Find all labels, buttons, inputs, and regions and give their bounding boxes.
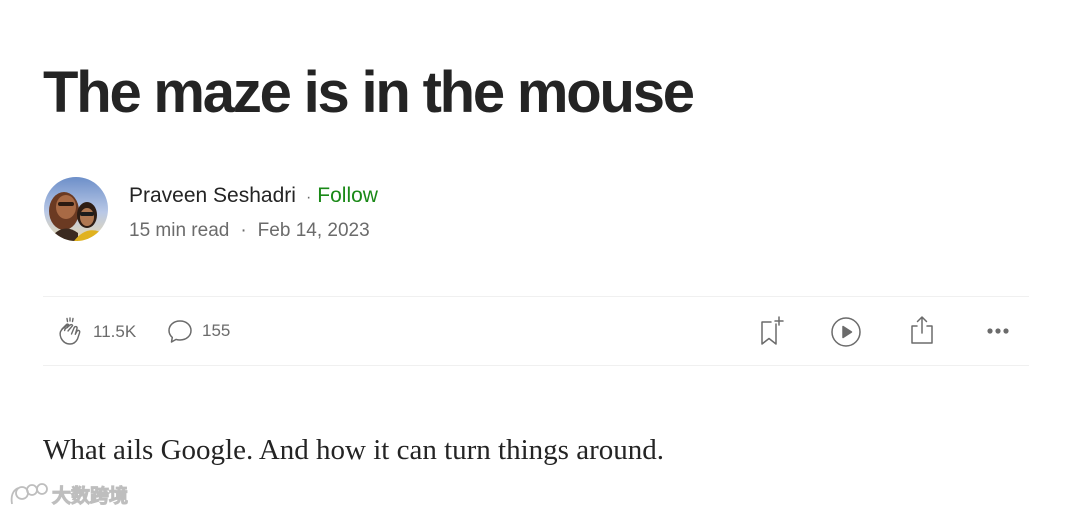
clap-icon <box>55 317 85 347</box>
watermark-text: 大数跨境 <box>51 484 129 507</box>
share-button[interactable] <box>907 314 937 346</box>
article-meta: 15 min read · Feb 14, 2023 <box>129 217 370 245</box>
author-name[interactable]: Praveen Seshadri <box>129 184 296 207</box>
meta-separator: · <box>240 220 247 241</box>
article-subtitle: What ails Google. And how it can turn th… <box>43 434 664 466</box>
save-button[interactable] <box>757 315 787 347</box>
more-icon <box>985 321 1011 341</box>
follow-button[interactable]: Follow <box>317 184 378 207</box>
responses-button[interactable]: 155 <box>166 317 230 345</box>
author-row: Praveen Seshadri · Follow <box>129 181 378 213</box>
more-button[interactable] <box>985 321 1011 341</box>
clap-count: 11.5K <box>93 322 137 341</box>
byline: Praveen Seshadri · Follow 15 min read · Feb … <box>43 177 643 243</box>
play-icon <box>830 316 862 348</box>
share-icon <box>907 314 937 346</box>
listen-button[interactable] <box>830 316 862 348</box>
read-time: 15 min read <box>129 220 230 241</box>
bookmark-add-icon <box>757 315 787 347</box>
response-icon <box>166 317 194 345</box>
clap-button[interactable]: 11.5K <box>55 317 136 347</box>
watermark: 大数跨境 <box>8 480 129 508</box>
article-title: The maze is in the mouse <box>43 60 695 125</box>
publish-date: Feb 14, 2023 <box>257 220 370 241</box>
article-action-bar: 11.5K 155 <box>43 296 1029 366</box>
author-avatar[interactable] <box>44 177 108 241</box>
response-count: 155 <box>202 321 231 340</box>
byline-separator: · <box>305 189 312 206</box>
watermark-logo-icon <box>8 480 52 508</box>
